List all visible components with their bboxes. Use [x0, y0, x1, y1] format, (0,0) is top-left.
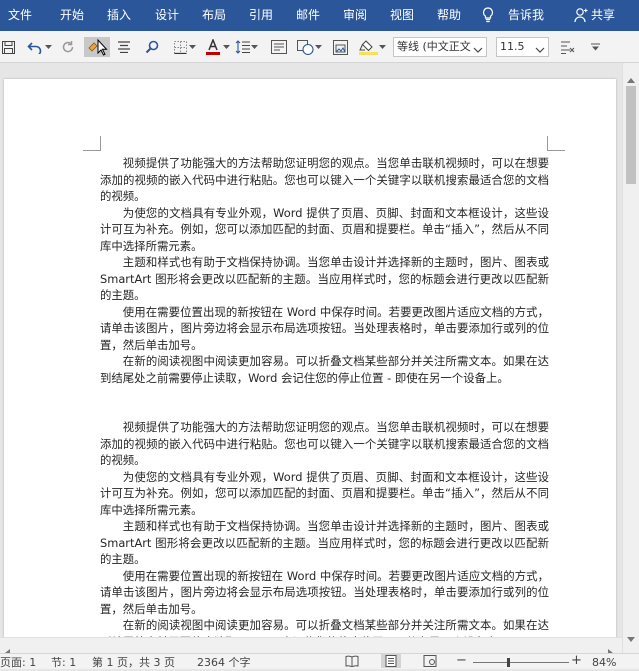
share-person-icon[interactable]: [574, 7, 588, 26]
empty-line: [100, 386, 549, 403]
tab-mailings[interactable]: 邮件: [296, 8, 320, 23]
status-page-count[interactable]: 第 1 页，共 3 页: [92, 656, 175, 669]
font-name-chevron-icon: [473, 41, 483, 56]
tab-insert[interactable]: 插入: [107, 8, 131, 23]
tab-view[interactable]: 视图: [390, 8, 414, 23]
font-color-dropdown-icon[interactable]: [222, 37, 230, 57]
font-name-value: 等线 (中文正文: [397, 40, 471, 53]
quick-toolbar: 等线 (中文正文 11.5: [0, 31, 639, 63]
paragraph-appearance[interactable]: 为使您的文档具有专业外观，Word 提供了页眉、页脚、封面和文本框设计，这些设计…: [100, 205, 549, 255]
format-painter-icon[interactable]: [84, 37, 110, 57]
paragraph-video[interactable]: 视频提供了功能强大的方法帮助您证明您的观点。当您单击联机视频时，可以在想要添加的…: [100, 155, 549, 205]
line-spacing-dropdown-icon[interactable]: [250, 37, 258, 57]
empty-line: [100, 403, 549, 420]
status-page[interactable]: 页面: 1: [0, 656, 36, 669]
align-center-icon[interactable]: [116, 37, 132, 57]
margin-mark-top-right: [547, 136, 565, 151]
tab-design[interactable]: 设计: [155, 8, 179, 23]
document-canvas[interactable]: 视频提供了功能强大的方法帮助您证明您的观点。当您单击联机视频时，可以在想要添加的…: [0, 63, 622, 653]
zoom-level[interactable]: 84%: [592, 656, 616, 669]
ribbon-tab-bar: 文件 开始 插入 设计 布局 引用 邮件 审阅 视图 帮助 告诉我 共享: [0, 0, 639, 31]
paragraph-appearance[interactable]: 为使您的文档具有专业外观，Word 提供了页眉、页脚、封面和文本框设计，这些设计…: [100, 469, 549, 519]
vertical-scrollbar[interactable]: [622, 63, 639, 653]
lightbulb-icon[interactable]: [482, 7, 494, 26]
paragraph-buttons[interactable]: 使用在需要位置出现的新按钮在 Word 中保存时间。若要更改图片适应文档的方式，…: [100, 568, 549, 618]
tab-help[interactable]: 帮助: [437, 8, 461, 23]
borders-dropdown-icon[interactable]: [188, 37, 196, 57]
picture-icon[interactable]: [331, 37, 349, 57]
tab-references[interactable]: 引用: [249, 8, 273, 23]
paragraph-theme[interactable]: 主题和样式也有助于文档保持协调。当您单击设计并选择新的主题时，图片、图表或 Sm…: [100, 518, 549, 568]
undo-icon[interactable]: [26, 37, 44, 57]
highlight-icon[interactable]: [358, 37, 378, 57]
shapes-dropdown-icon[interactable]: [314, 37, 322, 57]
customize-toolbar-icon[interactable]: [589, 37, 601, 57]
font-size-value: 11.5: [500, 40, 525, 53]
zoom-slider-track[interactable]: [473, 662, 569, 663]
status-word-count[interactable]: 2364 个字: [197, 656, 251, 669]
tab-file[interactable]: 文件: [8, 8, 32, 23]
horizontal-scrollbar[interactable]: [0, 637, 622, 657]
paragraph-buttons[interactable]: 使用在需要位置出现的新按钮在 Word 中保存时间。若要更改图片适应文档的方式，…: [100, 304, 549, 354]
save-icon[interactable]: [1, 37, 15, 57]
tab-layout[interactable]: 布局: [202, 8, 226, 23]
document-body[interactable]: 视频提供了功能强大的方法帮助您证明您的观点。当您单击联机视频时，可以在想要添加的…: [100, 155, 549, 650]
highlight-dropdown-icon[interactable]: [378, 37, 386, 57]
scroll-down-icon[interactable]: [627, 627, 635, 646]
tab-review[interactable]: 审阅: [343, 8, 367, 23]
font-color-icon[interactable]: [204, 37, 222, 57]
zoom-in-icon[interactable]: +: [571, 654, 582, 667]
vertical-scroll-thumb[interactable]: [626, 86, 636, 184]
paragraph-reading[interactable]: 在新的阅读视图中阅读更加容易。可以折叠文档某些部分并关注所需文本。如果在达到结尾…: [100, 353, 549, 386]
font-size-select[interactable]: 11.5: [496, 37, 549, 57]
borders-icon[interactable]: [172, 37, 188, 57]
font-name-select[interactable]: 等线 (中文正文: [393, 37, 487, 57]
redo-icon[interactable]: [60, 37, 76, 57]
document-page[interactable]: 视频提供了功能强大的方法帮助您证明您的观点。当您单击联机视频时，可以在想要添加的…: [4, 79, 616, 653]
tab-home[interactable]: 开始: [60, 8, 84, 23]
paragraph-theme[interactable]: 主题和样式也有助于文档保持协调。当您单击设计并选择新的主题时，图片、图表或 Sm…: [100, 254, 549, 304]
tell-me-search[interactable]: 告诉我: [508, 8, 544, 23]
text-box-icon[interactable]: [270, 37, 288, 57]
print-layout-icon[interactable]: [381, 654, 401, 668]
font-size-chevron-icon: [535, 41, 545, 56]
find-icon[interactable]: [144, 37, 160, 57]
undo-dropdown-icon[interactable]: [44, 37, 52, 57]
line-spacing-icon[interactable]: [234, 37, 250, 57]
clear-formatting-icon[interactable]: [559, 37, 575, 57]
status-bar: 页面: 1 节: 1 第 1 页，共 3 页 2364 个字 − + 84%: [0, 653, 639, 669]
status-section[interactable]: 节: 1: [51, 656, 76, 669]
scroll-up-icon[interactable]: [627, 68, 635, 87]
share-button[interactable]: 共享: [591, 8, 615, 23]
zoom-slider-thumb[interactable]: [507, 658, 510, 667]
shapes-icon[interactable]: [296, 37, 314, 57]
zoom-out-icon[interactable]: −: [456, 654, 467, 667]
margin-mark-top-left: [83, 136, 101, 151]
paragraph-video[interactable]: 视频提供了功能强大的方法帮助您证明您的观点。当您单击联机视频时，可以在想要添加的…: [100, 419, 549, 469]
